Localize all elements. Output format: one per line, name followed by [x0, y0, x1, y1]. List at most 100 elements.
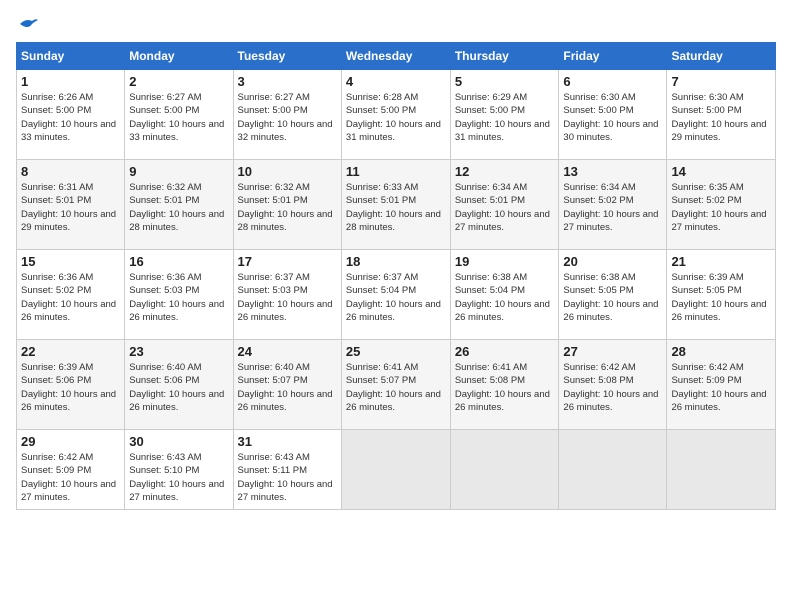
day-info: Sunrise: 6:34 AMSunset: 5:01 PMDaylight:… — [455, 181, 555, 234]
day-number: 23 — [129, 344, 228, 359]
day-number: 30 — [129, 434, 228, 449]
calendar-cell: 29 Sunrise: 6:42 AMSunset: 5:09 PMDayligh… — [17, 430, 125, 510]
day-number: 9 — [129, 164, 228, 179]
calendar-cell: 14 Sunrise: 6:35 AMSunset: 5:02 PMDayligh… — [667, 160, 776, 250]
day-number: 22 — [21, 344, 120, 359]
calendar-cell: 1 Sunrise: 6:26 AMSunset: 5:00 PMDaylight… — [17, 70, 125, 160]
day-number: 7 — [671, 74, 771, 89]
day-number: 27 — [563, 344, 662, 359]
calendar-cell: 8Sunrise: 6:31 AMSunset: 5:01 PMDaylight… — [17, 160, 125, 250]
day-number: 15 — [21, 254, 120, 269]
day-number: 14 — [671, 164, 771, 179]
calendar-cell: 3Sunrise: 6:27 AMSunset: 5:00 PMDaylight… — [233, 70, 341, 160]
calendar-cell — [559, 430, 667, 510]
day-info: Sunrise: 6:41 AMSunset: 5:07 PMDaylight:… — [346, 361, 446, 414]
calendar-cell: 5Sunrise: 6:29 AMSunset: 5:00 PMDaylight… — [450, 70, 559, 160]
day-number: 20 — [563, 254, 662, 269]
calendar-cell — [667, 430, 776, 510]
day-number: 21 — [671, 254, 771, 269]
day-info: Sunrise: 6:43 AMSunset: 5:10 PMDaylight:… — [129, 451, 228, 504]
calendar-cell: 2 Sunrise: 6:27 AMSunset: 5:00 PMDaylight… — [125, 70, 233, 160]
calendar-cell: 16 Sunrise: 6:36 AMSunset: 5:03 PMDayligh… — [125, 250, 233, 340]
day-info: Sunrise: 6:34 AMSunset: 5:02 PMDaylight:… — [563, 181, 662, 234]
header-row: SundayMondayTuesdayWednesdayThursdayFrid… — [17, 43, 776, 70]
day-number: 2 — [129, 74, 228, 89]
calendar-table: SundayMondayTuesdayWednesdayThursdayFrid… — [16, 42, 776, 510]
day-info: Sunrise: 6:29 AMSunset: 5:00 PMDaylight:… — [455, 91, 555, 144]
calendar-cell: 13 Sunrise: 6:34 AMSunset: 5:02 PMDayligh… — [559, 160, 667, 250]
day-number: 10 — [238, 164, 337, 179]
day-info: Sunrise: 6:39 AMSunset: 5:05 PMDaylight:… — [671, 271, 771, 324]
calendar-cell: 21 Sunrise: 6:39 AMSunset: 5:05 PMDayligh… — [667, 250, 776, 340]
day-number: 3 — [238, 74, 337, 89]
day-number: 31 — [238, 434, 337, 449]
calendar-cell: 27 Sunrise: 6:42 AMSunset: 5:08 PMDayligh… — [559, 340, 667, 430]
day-info: Sunrise: 6:26 AMSunset: 5:00 PMDaylight:… — [21, 91, 120, 144]
day-info: Sunrise: 6:33 AMSunset: 5:01 PMDaylight:… — [346, 181, 446, 234]
day-info: Sunrise: 6:38 AMSunset: 5:04 PMDaylight:… — [455, 271, 555, 324]
day-info: Sunrise: 6:40 AMSunset: 5:07 PMDaylight:… — [238, 361, 337, 414]
calendar-cell — [450, 430, 559, 510]
column-header-friday: Friday — [559, 43, 667, 70]
day-info: Sunrise: 6:31 AMSunset: 5:01 PMDaylight:… — [21, 181, 120, 234]
calendar-cell: 10Sunrise: 6:32 AMSunset: 5:01 PMDayligh… — [233, 160, 341, 250]
logo-bird-icon — [18, 16, 38, 32]
calendar-cell: 31 Sunrise: 6:43 AMSunset: 5:11 PMDayligh… — [233, 430, 341, 510]
day-info: Sunrise: 6:38 AMSunset: 5:05 PMDaylight:… — [563, 271, 662, 324]
day-info: Sunrise: 6:39 AMSunset: 5:06 PMDaylight:… — [21, 361, 120, 414]
day-number: 13 — [563, 164, 662, 179]
day-info: Sunrise: 6:41 AMSunset: 5:08 PMDaylight:… — [455, 361, 555, 414]
calendar-cell: 11 Sunrise: 6:33 AMSunset: 5:01 PMDayligh… — [341, 160, 450, 250]
day-info: Sunrise: 6:43 AMSunset: 5:11 PMDaylight:… — [238, 451, 337, 504]
calendar-cell: 24 Sunrise: 6:40 AMSunset: 5:07 PMDayligh… — [233, 340, 341, 430]
day-info: Sunrise: 6:28 AMSunset: 5:00 PMDaylight:… — [346, 91, 446, 144]
week-row-3: 15Sunrise: 6:36 AMSunset: 5:02 PMDayligh… — [17, 250, 776, 340]
calendar-cell: 23 Sunrise: 6:40 AMSunset: 5:06 PMDayligh… — [125, 340, 233, 430]
day-info: Sunrise: 6:42 AMSunset: 5:09 PMDaylight:… — [21, 451, 120, 504]
calendar-cell: 17 Sunrise: 6:37 AMSunset: 5:03 PMDayligh… — [233, 250, 341, 340]
day-info: Sunrise: 6:30 AMSunset: 5:00 PMDaylight:… — [671, 91, 771, 144]
week-row-1: 1 Sunrise: 6:26 AMSunset: 5:00 PMDaylight… — [17, 70, 776, 160]
day-info: Sunrise: 6:35 AMSunset: 5:02 PMDaylight:… — [671, 181, 771, 234]
day-number: 25 — [346, 344, 446, 359]
column-header-monday: Monday — [125, 43, 233, 70]
calendar-cell: 19 Sunrise: 6:38 AMSunset: 5:04 PMDayligh… — [450, 250, 559, 340]
day-number: 6 — [563, 74, 662, 89]
column-header-wednesday: Wednesday — [341, 43, 450, 70]
day-number: 17 — [238, 254, 337, 269]
day-number: 24 — [238, 344, 337, 359]
day-number: 16 — [129, 254, 228, 269]
day-number: 11 — [346, 164, 446, 179]
page-header — [16, 16, 776, 32]
day-info: Sunrise: 6:27 AMSunset: 5:00 PMDaylight:… — [129, 91, 228, 144]
week-row-5: 29 Sunrise: 6:42 AMSunset: 5:09 PMDayligh… — [17, 430, 776, 510]
column-header-sunday: Sunday — [17, 43, 125, 70]
day-info: Sunrise: 6:42 AMSunset: 5:08 PMDaylight:… — [563, 361, 662, 414]
calendar-cell: 12 Sunrise: 6:34 AMSunset: 5:01 PMDayligh… — [450, 160, 559, 250]
calendar-cell: 18Sunrise: 6:37 AMSunset: 5:04 PMDayligh… — [341, 250, 450, 340]
day-info: Sunrise: 6:37 AMSunset: 5:03 PMDaylight:… — [238, 271, 337, 324]
calendar-cell: 30 Sunrise: 6:43 AMSunset: 5:10 PMDayligh… — [125, 430, 233, 510]
day-number: 28 — [671, 344, 771, 359]
day-number: 26 — [455, 344, 555, 359]
calendar-cell: 20 Sunrise: 6:38 AMSunset: 5:05 PMDayligh… — [559, 250, 667, 340]
day-info: Sunrise: 6:30 AMSunset: 5:00 PMDaylight:… — [563, 91, 662, 144]
calendar-cell: 28 Sunrise: 6:42 AMSunset: 5:09 PMDayligh… — [667, 340, 776, 430]
calendar-cell: 22 Sunrise: 6:39 AMSunset: 5:06 PMDayligh… — [17, 340, 125, 430]
calendar-cell: 4 Sunrise: 6:28 AMSunset: 5:00 PMDaylight… — [341, 70, 450, 160]
column-header-thursday: Thursday — [450, 43, 559, 70]
day-number: 1 — [21, 74, 120, 89]
day-info: Sunrise: 6:37 AMSunset: 5:04 PMDaylight:… — [346, 271, 446, 324]
calendar-cell: 6 Sunrise: 6:30 AMSunset: 5:00 PMDaylight… — [559, 70, 667, 160]
calendar-cell: 15Sunrise: 6:36 AMSunset: 5:02 PMDayligh… — [17, 250, 125, 340]
day-number: 19 — [455, 254, 555, 269]
day-info: Sunrise: 6:36 AMSunset: 5:03 PMDaylight:… — [129, 271, 228, 324]
day-info: Sunrise: 6:32 AMSunset: 5:01 PMDaylight:… — [129, 181, 228, 234]
day-number: 29 — [21, 434, 120, 449]
day-number: 12 — [455, 164, 555, 179]
calendar-cell: 9 Sunrise: 6:32 AMSunset: 5:01 PMDaylight… — [125, 160, 233, 250]
day-info: Sunrise: 6:40 AMSunset: 5:06 PMDaylight:… — [129, 361, 228, 414]
week-row-2: 8Sunrise: 6:31 AMSunset: 5:01 PMDaylight… — [17, 160, 776, 250]
day-info: Sunrise: 6:42 AMSunset: 5:09 PMDaylight:… — [671, 361, 771, 414]
day-number: 4 — [346, 74, 446, 89]
